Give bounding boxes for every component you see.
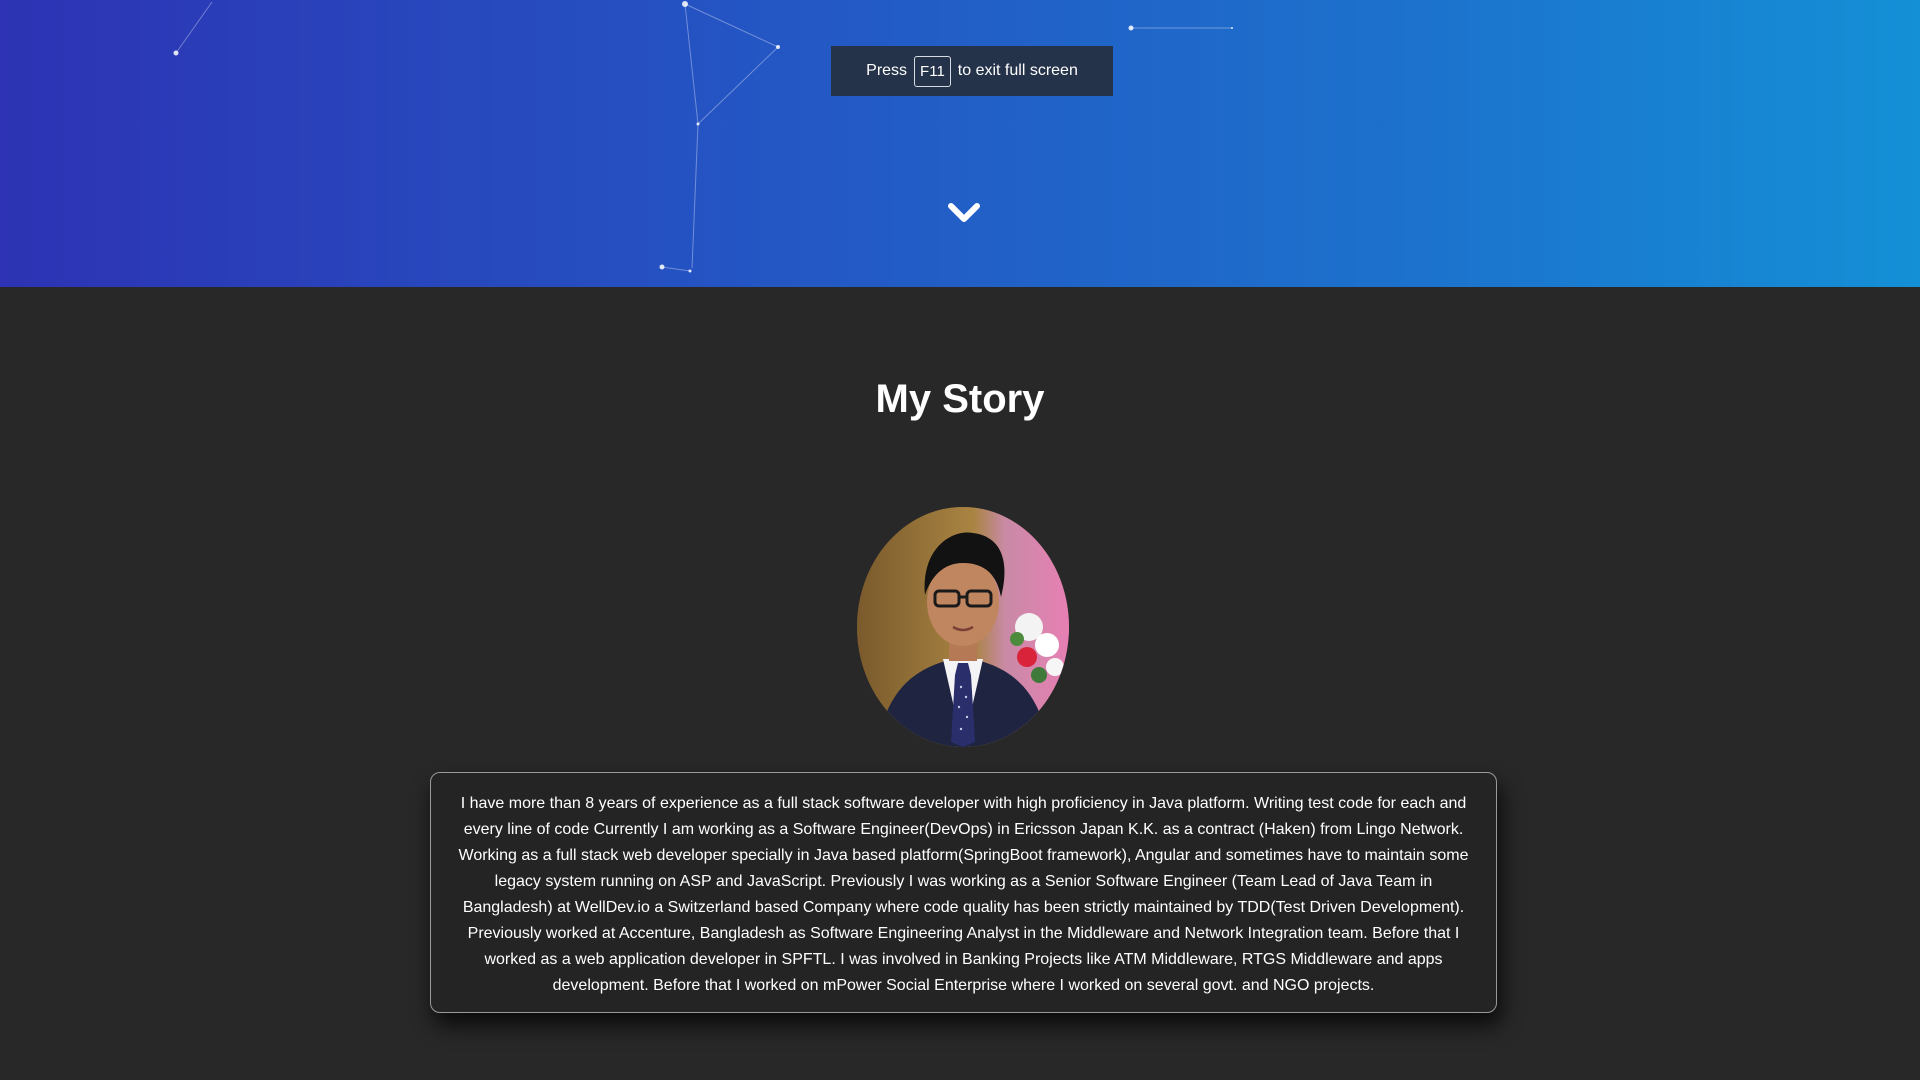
story-paragraph: I have more than 8 years of experience a… [458, 795, 1469, 994]
hero-section: Press F11 to exit full screen [0, 0, 1920, 287]
my-story-section: My Story I have more than 8 years of exp… [0, 287, 1920, 1080]
chevron-down-icon[interactable] [947, 200, 981, 226]
profile-photo [857, 507, 1069, 747]
fullscreen-notice: Press F11 to exit full screen [831, 46, 1113, 96]
profile-photo-illustration [857, 507, 1069, 747]
section-title: My Story [875, 377, 1045, 421]
particle-network-background [173, 1, 1233, 273]
fullscreen-notice-suffix: to exit full screen [957, 62, 1078, 79]
story-text-card: I have more than 8 years of experience a… [430, 772, 1497, 1013]
f11-key-label: F11 [914, 55, 951, 87]
fullscreen-notice-prefix: Press [866, 62, 908, 79]
